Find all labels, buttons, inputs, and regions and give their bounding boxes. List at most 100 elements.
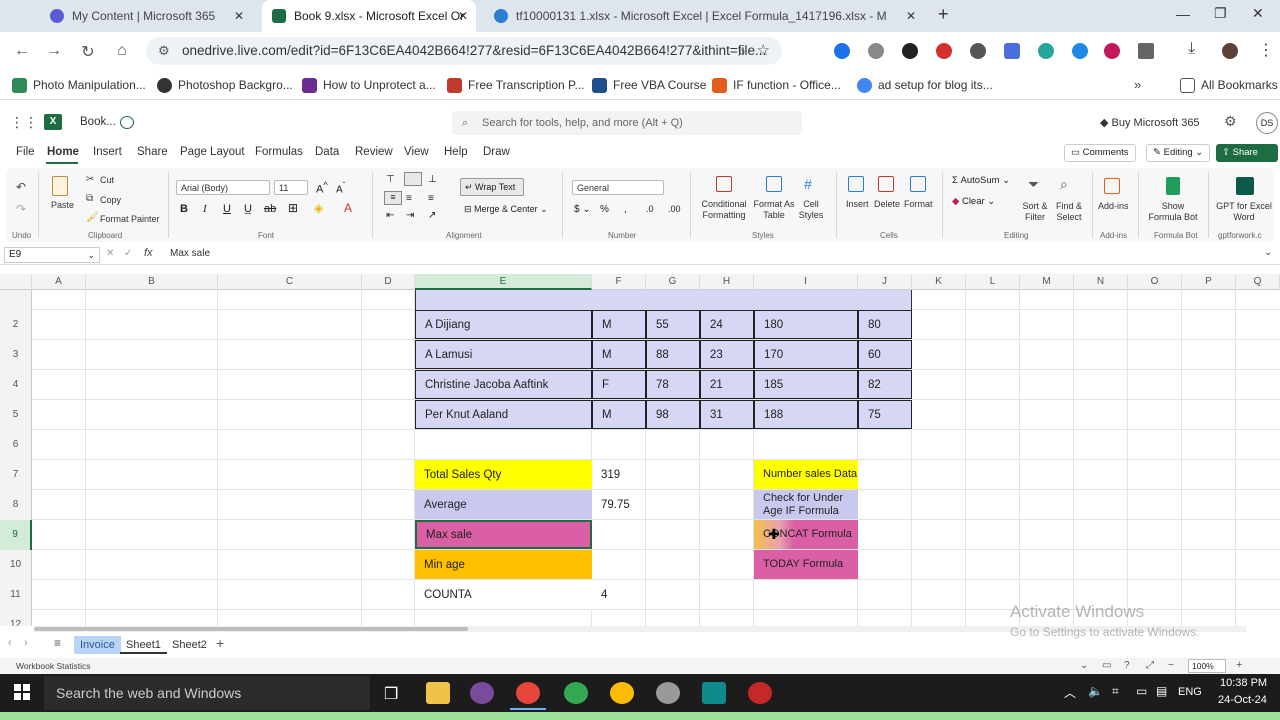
paste-button[interactable]: Paste xyxy=(51,200,74,210)
extension-icon[interactable] xyxy=(970,43,986,59)
table-cell-value[interactable]: 185 xyxy=(754,370,858,399)
tab-home[interactable]: Home xyxy=(47,146,79,158)
extension-icon[interactable] xyxy=(1072,43,1088,59)
summary-value-cell[interactable]: 79.75 xyxy=(592,490,646,519)
column-header-k[interactable]: K xyxy=(912,274,966,290)
sheet-tab-sheet1[interactable]: Sheet1 xyxy=(120,636,167,654)
bookmark-item[interactable]: Photo Manipulation... xyxy=(12,76,146,94)
expand-formula-bar-icon[interactable]: ⌄ xyxy=(1264,247,1272,258)
record-icon[interactable] xyxy=(748,682,772,704)
column-header-j[interactable]: J xyxy=(858,274,912,290)
align-middle-icon[interactable] xyxy=(404,172,422,186)
more-bookmarks-icon[interactable]: » xyxy=(1134,77,1141,92)
table-cell-name[interactable]: Per Knut Aaland xyxy=(415,400,592,429)
buy-microsoft-button[interactable]: ◆ Buy Microsoft 365 xyxy=(1100,116,1200,129)
underline-icon[interactable]: U xyxy=(223,203,231,215)
table-cell-value[interactable]: 180 xyxy=(754,310,858,339)
row-header-11[interactable]: 11 xyxy=(0,580,32,610)
table-cell-name[interactable]: A Lamusi xyxy=(415,340,592,369)
help-icon[interactable]: ? xyxy=(1124,660,1130,671)
side-label-cell[interactable]: TODAY Formula xyxy=(754,550,858,579)
table-cell-value[interactable]: 82 xyxy=(858,370,912,399)
user-avatar[interactable]: DS xyxy=(1256,112,1278,134)
grow-font-icon[interactable]: A^ xyxy=(316,180,328,196)
table-cell-value[interactable]: 24 xyxy=(700,310,754,339)
feedback-icon[interactable]: ▭ xyxy=(1102,660,1111,671)
back-icon[interactable]: ← xyxy=(12,42,32,60)
decrease-indent-icon[interactable]: ⇤ xyxy=(386,210,394,221)
task-view-icon[interactable]: ❒ xyxy=(384,684,398,704)
row-header-12[interactable]: 12 xyxy=(0,610,32,626)
row-header-3[interactable]: 3 xyxy=(0,340,32,370)
share-button[interactable]: ⇪ Share xyxy=(1216,144,1278,162)
table-cell-gender[interactable]: M xyxy=(592,400,646,429)
bookmark-star-icon[interactable]: ☆ xyxy=(757,37,770,65)
taskbar-search-box[interactable]: Search the web and Windows xyxy=(44,676,370,710)
tab-draw[interactable]: Draw xyxy=(483,146,510,158)
extension-icon[interactable] xyxy=(936,43,952,59)
zoom-out-icon[interactable]: − xyxy=(1168,660,1174,671)
row-header-7[interactable]: 7 xyxy=(0,460,32,490)
clear-button[interactable]: ◆ Clear ⌄ xyxy=(952,196,995,207)
extension-icon[interactable] xyxy=(902,43,918,59)
autosum-button[interactable]: Σ AutoSum ⌄ xyxy=(952,175,1010,186)
tab-share[interactable]: Share xyxy=(137,146,168,158)
scrollbar-thumb[interactable] xyxy=(34,627,468,631)
browser-tab-my-content[interactable]: My Content | Microsoft 365 ✕ xyxy=(40,0,252,32)
find-select-button[interactable]: Find & Select xyxy=(1050,201,1088,223)
tab-file[interactable]: File xyxy=(16,146,35,158)
notification-icon[interactable]: ▤ xyxy=(1156,684,1167,698)
volume-icon[interactable]: 🔈 xyxy=(1088,684,1103,698)
percent-icon[interactable]: % xyxy=(600,204,609,215)
extension-icon[interactable] xyxy=(1104,43,1120,59)
table-cell-value[interactable]: 21 xyxy=(700,370,754,399)
column-header-d[interactable]: D xyxy=(362,274,415,290)
clock-date[interactable]: 24-Oct-24 xyxy=(1218,694,1267,706)
row-header-5[interactable]: 5 xyxy=(0,400,32,430)
show-formula-bot-button[interactable]: Show Formula Bot xyxy=(1144,201,1202,223)
column-header-g[interactable]: G xyxy=(646,274,700,290)
restore-icon[interactable]: ❐ xyxy=(1214,5,1227,22)
close-tab-icon[interactable]: ✕ xyxy=(458,9,468,23)
tab-page-layout[interactable]: Page Layout xyxy=(180,146,245,158)
language-indicator[interactable]: ENG xyxy=(1178,686,1202,698)
undo-icon[interactable]: ↶ xyxy=(16,180,26,194)
paint-icon[interactable] xyxy=(656,682,680,704)
link-icon[interactable]: ⤢ xyxy=(1146,660,1154,671)
download-icon[interactable]: ⤓ xyxy=(1188,40,1195,58)
reload-icon[interactable]: ↻ xyxy=(78,42,98,62)
file-name[interactable]: Book... xyxy=(80,116,116,128)
copy-button[interactable]: Copy xyxy=(100,195,121,205)
formula-cancel-icon[interactable]: ✕ xyxy=(106,248,114,259)
table-cell-value[interactable]: 78 xyxy=(646,370,700,399)
add-sheet-button[interactable]: + xyxy=(216,635,224,651)
insert-function-icon[interactable]: fx xyxy=(144,247,153,259)
summary-label-cell[interactable]: Total Sales Qty xyxy=(415,460,592,489)
increase-indent-icon[interactable]: ⇥ xyxy=(406,210,414,221)
addins-button[interactable]: Add-ins xyxy=(1098,201,1129,211)
table-cell-value[interactable]: 98 xyxy=(646,400,700,429)
bold-icon[interactable]: B xyxy=(180,203,188,215)
sheet-tab-sheet2[interactable]: Sheet2 xyxy=(166,636,213,654)
strikethrough-icon[interactable]: ab xyxy=(264,203,276,215)
column-header-e[interactable]: E xyxy=(415,274,592,290)
row-header-10[interactable]: 10 xyxy=(0,550,32,580)
side-label-cell[interactable]: Check for Under Age IF Formula xyxy=(754,490,858,519)
tab-formulas[interactable]: Formulas xyxy=(255,146,303,158)
table-cell-name[interactable]: A Dijiang xyxy=(415,310,592,339)
row-header-4[interactable]: 4 xyxy=(0,370,32,400)
site-info-icon[interactable]: ⚙ xyxy=(158,37,170,65)
column-header-q[interactable]: Q xyxy=(1236,274,1280,290)
sort-filter-button[interactable]: Sort & Filter xyxy=(1018,201,1052,223)
row-header-8[interactable]: 8 xyxy=(0,490,32,520)
bookmark-item[interactable]: ad setup for blog its... xyxy=(857,76,993,94)
column-header-i[interactable]: I xyxy=(754,274,858,290)
table-cell-value[interactable]: 75 xyxy=(858,400,912,429)
comma-icon[interactable]: , xyxy=(624,204,627,215)
conditional-formatting-button[interactable]: Conditional Formatting xyxy=(700,199,748,221)
tab-data[interactable]: Data xyxy=(315,146,339,158)
table-cell-gender[interactable]: F xyxy=(592,370,646,399)
column-header-o[interactable]: O xyxy=(1128,274,1182,290)
column-header-f[interactable]: F xyxy=(592,274,646,290)
summary-value-cell[interactable]: 4 xyxy=(592,580,646,609)
